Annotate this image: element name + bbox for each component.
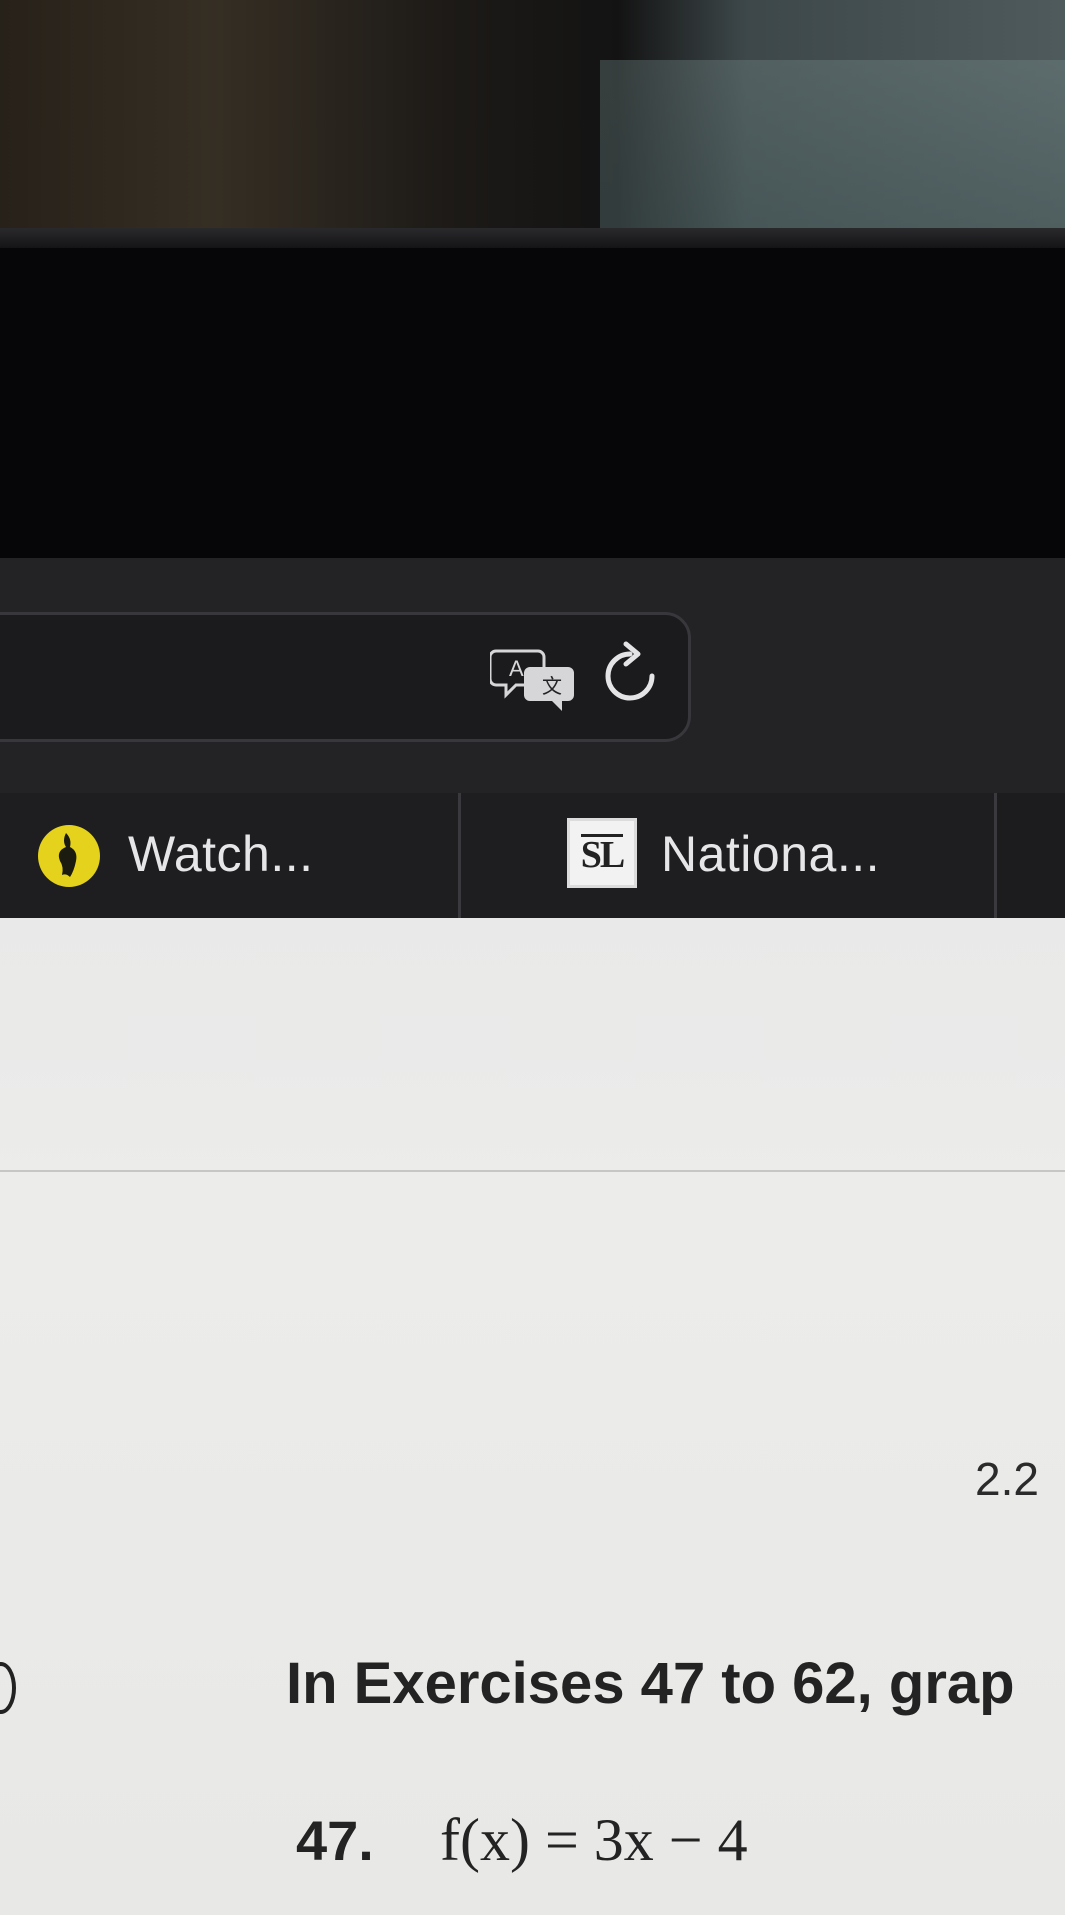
fish-player-icon <box>38 825 100 887</box>
sl-logo-icon: SL <box>567 818 637 888</box>
monitor-bezel <box>0 228 1065 248</box>
exercise-equation: f(x) = 3x − 4 <box>440 1807 748 1873</box>
translate-icon[interactable]: A 文 <box>490 645 580 715</box>
document-page <box>0 918 1065 1915</box>
tab-label: Watch... <box>128 826 314 882</box>
reload-icon[interactable] <box>598 640 662 716</box>
tab-bar: Watch... SL Nationa... <box>0 793 1065 918</box>
section-number: 2.2 <box>975 1453 1039 1505</box>
exercise-number: 47. <box>296 1809 374 1872</box>
tab-label: Nationa... <box>661 826 881 882</box>
background-room <box>0 0 1065 228</box>
browser-top-area <box>0 248 1065 558</box>
address-bar[interactable] <box>0 612 691 742</box>
tab-watch[interactable]: Watch... <box>0 793 461 918</box>
svg-text:A: A <box>509 656 524 681</box>
header-divider <box>0 1170 1065 1172</box>
svg-text:文: 文 <box>542 674 562 698</box>
tab-national[interactable]: SL Nationa... <box>461 793 997 918</box>
exercise-instruction: In Exercises 47 to 62, grap <box>286 1651 1015 1716</box>
